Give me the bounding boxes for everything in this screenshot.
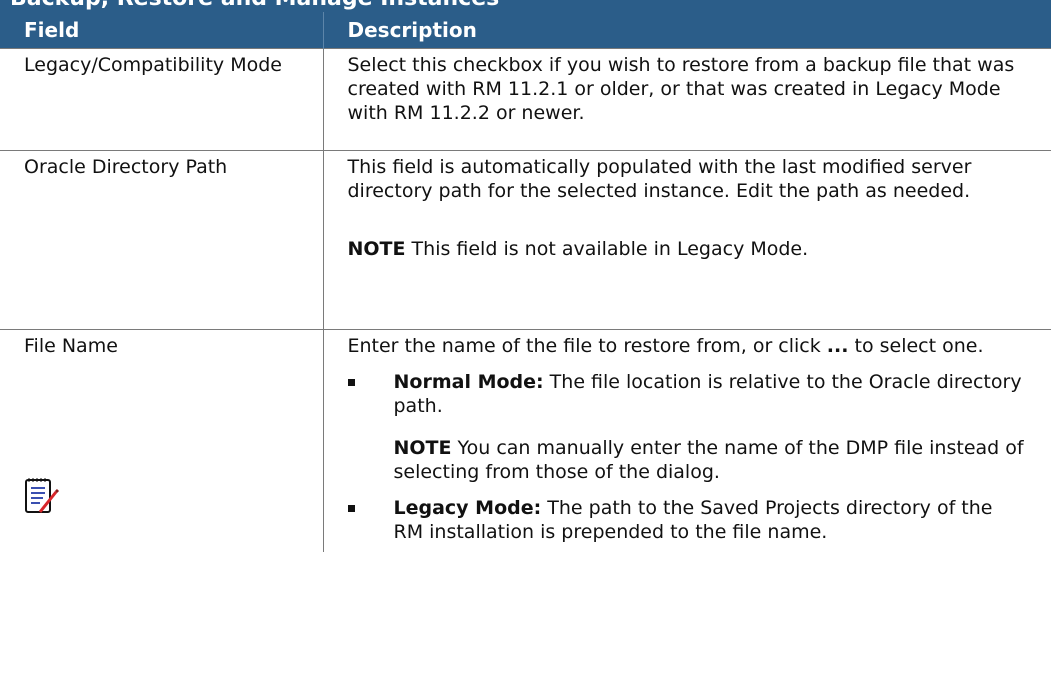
field-description: Select this checkbox if you wish to rest… xyxy=(322,48,1051,151)
field-description: This field is automatically populated wi… xyxy=(322,150,1051,330)
browse-ellipsis: ... xyxy=(826,335,849,357)
section-title-band: Backup, Restore and Manage Instances xyxy=(0,0,1051,12)
list-item-text: Normal Mode: The file location is relati… xyxy=(394,370,1028,418)
list-item: Legacy Mode: The path to the Saved Proje… xyxy=(348,496,1028,544)
table-row: Oracle Directory Path This field is auto… xyxy=(0,150,1051,330)
list-item-text: Legacy Mode: The path to the Saved Proje… xyxy=(394,496,1028,544)
note-pad-icon xyxy=(24,476,60,516)
description-text: Select this checkbox if you wish to rest… xyxy=(347,54,1015,124)
table-row: File Name Enter the name of the file to … xyxy=(0,329,1051,552)
table-row: Legacy/Compatibility Mode Select this ch… xyxy=(0,48,1051,151)
mode-label: Normal Mode: xyxy=(393,371,544,393)
note-text: You can manually enter the name of the D… xyxy=(393,437,1024,483)
intro-text: Enter the name of the file to restore fr… xyxy=(347,335,827,357)
list-item-body: Legacy Mode: The path to the Saved Proje… xyxy=(394,496,1028,544)
field-name: File Name xyxy=(24,335,118,357)
note: NOTE This field is not available in Lega… xyxy=(348,237,1028,261)
list-item-body: Normal Mode: The file location is relati… xyxy=(394,370,1028,484)
field-name: Legacy/Compatibility Mode xyxy=(0,48,324,151)
bullet-icon xyxy=(348,505,364,512)
section-title: Backup, Restore and Manage Instances xyxy=(10,0,499,10)
note-label: NOTE xyxy=(393,437,452,459)
note-text: This field is not available in Legacy Mo… xyxy=(405,238,809,260)
description-text: This field is automatically populated wi… xyxy=(347,156,972,202)
note-label: NOTE xyxy=(347,238,406,260)
intro-text-end: to select one. xyxy=(848,335,984,357)
description-column-header: Description xyxy=(322,12,1051,49)
field-name: Oracle Directory Path xyxy=(0,150,324,330)
description-intro: Enter the name of the file to restore fr… xyxy=(348,334,1028,358)
field-description-table: Field Description Legacy/Compatibility M… xyxy=(0,12,1051,552)
field-column-header: Field xyxy=(0,12,323,49)
field-name-cell: File Name xyxy=(0,329,324,552)
table-header-row: Field Description xyxy=(0,12,1051,49)
note: NOTE You can manually enter the name of … xyxy=(394,436,1028,484)
bullet-icon xyxy=(348,379,364,386)
mode-label: Legacy Mode: xyxy=(393,497,542,519)
list-item: Normal Mode: The file location is relati… xyxy=(348,370,1028,484)
field-description: Enter the name of the file to restore fr… xyxy=(322,329,1051,552)
